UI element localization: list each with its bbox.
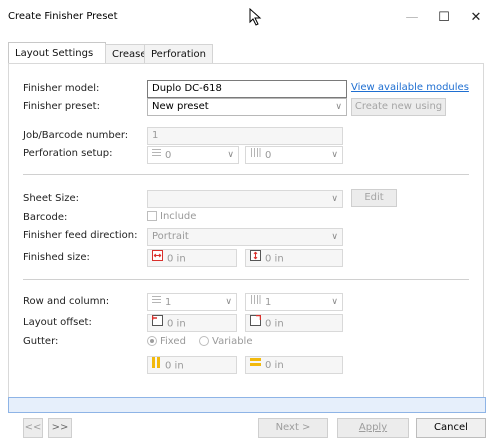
gutter-vertical-field[interactable]: 0 in — [245, 356, 343, 374]
horizontal-lines-icon — [152, 147, 161, 163]
maximize-button[interactable]: ☐ — [430, 8, 458, 28]
offset-x-field[interactable]: 0 in — [147, 314, 237, 332]
offset-y-icon — [250, 314, 262, 332]
layout-settings-panel: Finisher model: Duplo DC-618 View availa… — [8, 63, 484, 399]
rows-icon — [152, 294, 161, 310]
rows-select[interactable]: 1 ∨ — [147, 293, 237, 311]
minimize-button[interactable]: — — [398, 8, 426, 28]
perforation-vertical-value: 0 — [265, 150, 272, 161]
row-column-label: Row and column: — [23, 296, 110, 307]
barcode-label: Barcode: — [23, 212, 68, 223]
chevron-down-icon: ∨ — [331, 194, 338, 204]
perforation-vertical-select[interactable]: 0 ∨ — [245, 146, 343, 164]
perforation-horizontal-select[interactable]: 0 ∨ — [147, 146, 239, 164]
finisher-preset-value: New preset — [152, 101, 209, 112]
columns-icon — [250, 294, 261, 310]
finisher-preset-select[interactable]: New preset ∨ — [147, 98, 347, 116]
chevron-down-icon: ∨ — [335, 102, 342, 112]
view-available-modules-link[interactable]: View available modules — [351, 82, 469, 93]
checkbox-icon — [147, 211, 157, 221]
chevron-down-icon: ∨ — [331, 232, 338, 242]
finisher-model-label: Finisher model: — [23, 83, 100, 94]
sheet-size-label: Sheet Size: — [23, 193, 79, 204]
width-icon — [152, 250, 163, 267]
gutter-variable-label: Variable — [212, 336, 253, 347]
tab-perforation[interactable]: Perforation — [144, 44, 213, 65]
job-barcode-field[interactable]: 1 — [147, 127, 343, 145]
first-button[interactable]: << — [23, 418, 43, 438]
columns-value: 1 — [265, 297, 272, 308]
dialog-footer: << >> Next > Apply Cancel — [0, 418, 493, 444]
offset-y-field[interactable]: 0 in — [245, 314, 343, 332]
window-title: Create Finisher Preset — [8, 11, 118, 22]
rows-value: 1 — [165, 297, 172, 308]
finisher-preset-label: Finisher preset: — [23, 101, 100, 112]
finisher-model-field[interactable]: Duplo DC-618 — [147, 80, 347, 98]
vertical-lines-icon — [250, 147, 261, 163]
status-bar — [8, 397, 486, 413]
gutter-vertical-icon — [250, 357, 261, 373]
gutter-variable-radio[interactable]: Variable — [199, 336, 253, 347]
gutter-label: Gutter: — [23, 336, 59, 347]
next-button[interactable]: Next > — [258, 418, 328, 438]
create-new-using-button[interactable]: Create new using — [351, 98, 446, 116]
feed-direction-label: Finisher feed direction: — [23, 230, 138, 241]
layout-offset-label: Layout offset: — [23, 317, 92, 328]
barcode-include-label: Include — [160, 211, 197, 222]
finished-height-value: 0 in — [265, 253, 284, 265]
close-button[interactable]: ✕ — [462, 8, 490, 28]
gutter-horizontal-icon — [152, 357, 161, 374]
gutter-horizontal-value: 0 in — [165, 360, 184, 372]
chevron-down-icon: ∨ — [227, 150, 234, 160]
perforation-setup-label: Perforation setup: — [23, 148, 113, 159]
section-divider — [23, 279, 469, 280]
offset-x-icon — [151, 315, 163, 332]
cancel-button[interactable]: Cancel — [416, 418, 486, 438]
feed-direction-select[interactable]: Portrait ∨ — [147, 228, 343, 246]
barcode-include-checkbox[interactable]: Include — [147, 211, 196, 222]
finished-width-field[interactable]: 0 in — [147, 249, 237, 267]
chevron-down-icon: ∨ — [225, 297, 232, 307]
edit-button[interactable]: Edit — [351, 189, 397, 207]
title-bar: Create Finisher Preset — ☐ ✕ — [0, 0, 493, 36]
gutter-fixed-label: Fixed — [160, 336, 186, 347]
apply-button[interactable]: Apply — [337, 418, 409, 438]
chevron-down-icon: ∨ — [331, 297, 338, 307]
tab-layout-settings[interactable]: Layout Settings — [8, 42, 106, 65]
finished-width-value: 0 in — [167, 253, 186, 265]
gutter-horizontal-field[interactable]: 0 in — [147, 356, 237, 374]
section-divider — [23, 174, 469, 175]
radio-selected-icon — [147, 336, 157, 346]
height-icon — [250, 250, 261, 267]
feed-direction-value: Portrait — [152, 231, 189, 242]
gutter-fixed-radio[interactable]: Fixed — [147, 336, 186, 347]
gutter-vertical-value: 0 in — [265, 360, 284, 371]
finished-height-field[interactable]: 0 in — [245, 249, 343, 267]
perforation-horizontal-value: 0 — [165, 150, 172, 161]
last-button[interactable]: >> — [48, 418, 72, 438]
job-barcode-label: Job/Barcode number: — [23, 130, 129, 141]
offset-x-value: 0 in — [167, 318, 186, 330]
radio-unselected-icon — [199, 336, 209, 346]
sheet-size-select[interactable]: ∨ — [147, 190, 343, 208]
columns-select[interactable]: 1 ∨ — [245, 293, 343, 311]
finished-size-label: Finished size: — [23, 252, 90, 263]
chevron-down-icon: ∨ — [331, 150, 338, 160]
offset-y-value: 0 in — [265, 318, 284, 330]
mouse-cursor-icon — [249, 7, 263, 26]
